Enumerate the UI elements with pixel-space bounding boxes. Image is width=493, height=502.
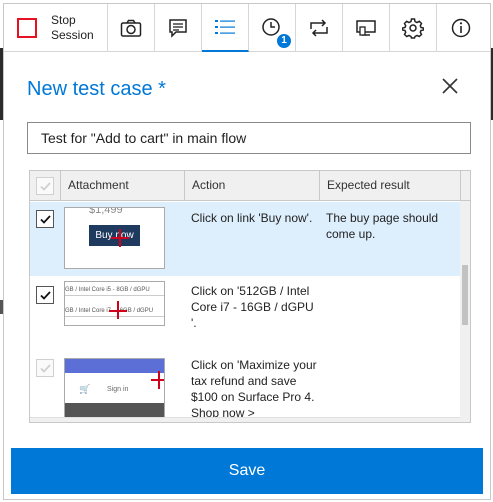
stop-session-label: Stop Session — [51, 13, 94, 42]
test-case-button[interactable] — [202, 4, 249, 52]
stop-icon — [17, 18, 37, 38]
step-row[interactable]: 🛒 Sign in Click on 'Maximize your tax re… — [30, 355, 460, 422]
list-icon — [215, 20, 235, 34]
dialog-title: New test case * — [27, 78, 166, 100]
camera-icon — [120, 19, 142, 37]
row-checkbox[interactable] — [36, 359, 54, 377]
info-button[interactable] — [437, 4, 484, 52]
row-checkbox[interactable] — [36, 286, 54, 304]
close-button[interactable] — [438, 74, 462, 98]
check-icon — [39, 181, 51, 191]
column-header-attachment[interactable]: Attachment — [61, 171, 185, 200]
device-button[interactable] — [343, 4, 390, 52]
row-checkbox[interactable] — [36, 210, 54, 228]
add-note-button[interactable] — [155, 4, 202, 52]
toolbar: Stop Session — [4, 4, 490, 52]
check-icon — [39, 290, 51, 300]
info-icon — [451, 18, 470, 38]
gear-icon — [402, 18, 424, 39]
step-action[interactable]: Click on '512GB / Intel Core i7 - 16GB /… — [191, 283, 317, 331]
screen-icon — [356, 20, 376, 36]
save-button[interactable]: Save — [11, 448, 483, 494]
column-header-expected[interactable]: Expected result — [320, 171, 461, 200]
step-expected-result[interactable]: The buy page should come up. — [326, 210, 454, 242]
steps-grid: Attachment Action Expected result $1,499… — [29, 170, 471, 423]
note-icon — [169, 19, 187, 38]
grid-header: Attachment Action Expected result — [30, 171, 470, 201]
step-row[interactable]: $1,499 Buy now Click on link 'Buy now'. … — [30, 202, 460, 276]
click-marker — [151, 379, 164, 381]
test-case-name-input[interactable] — [27, 122, 471, 154]
step-action[interactable]: Click on 'Maximize your tax refund and s… — [191, 357, 317, 421]
step-action[interactable]: Click on link 'Buy now'. — [191, 210, 317, 226]
repro-button[interactable] — [296, 4, 343, 52]
cart-icon: 🛒 — [79, 384, 91, 394]
step-screenshot[interactable]: GB / Intel Core i5 - 8GB / dGPU GB / Int… — [64, 281, 165, 326]
horizontal-scrollbar[interactable] — [30, 417, 460, 422]
thumb-signin: Sign in — [107, 386, 129, 393]
notes-count-badge: 1 — [276, 33, 292, 49]
close-icon — [442, 78, 458, 94]
thumb-buy-now: Buy now — [89, 225, 140, 246]
select-all-cell — [30, 171, 61, 200]
select-all-checkbox[interactable] — [36, 177, 54, 195]
thumb-price: $1,499 — [89, 207, 123, 216]
step-screenshot[interactable]: $1,499 Buy now — [64, 207, 165, 269]
click-marker — [111, 237, 129, 239]
click-marker — [109, 310, 127, 312]
check-icon — [39, 363, 51, 373]
step-screenshot[interactable]: 🛒 Sign in — [64, 358, 165, 422]
stop-session-button[interactable]: Stop Session — [4, 4, 108, 52]
scrollbar-thumb[interactable] — [462, 265, 468, 325]
loop-icon — [310, 19, 328, 37]
thumb-option: GB / Intel Core i5 - 8GB / dGPU — [65, 285, 164, 296]
vertical-scrollbar[interactable] — [460, 201, 470, 422]
check-icon — [39, 214, 51, 224]
step-row[interactable]: GB / Intel Core i5 - 8GB / dGPU GB / Int… — [30, 278, 460, 353]
column-header-action[interactable]: Action — [185, 171, 320, 200]
thumb-header — [65, 359, 164, 373]
screenshot-button[interactable] — [108, 4, 155, 52]
settings-button[interactable] — [390, 4, 437, 52]
capture-popup: Stop Session 1 New test case * Test for … — [3, 3, 491, 500]
